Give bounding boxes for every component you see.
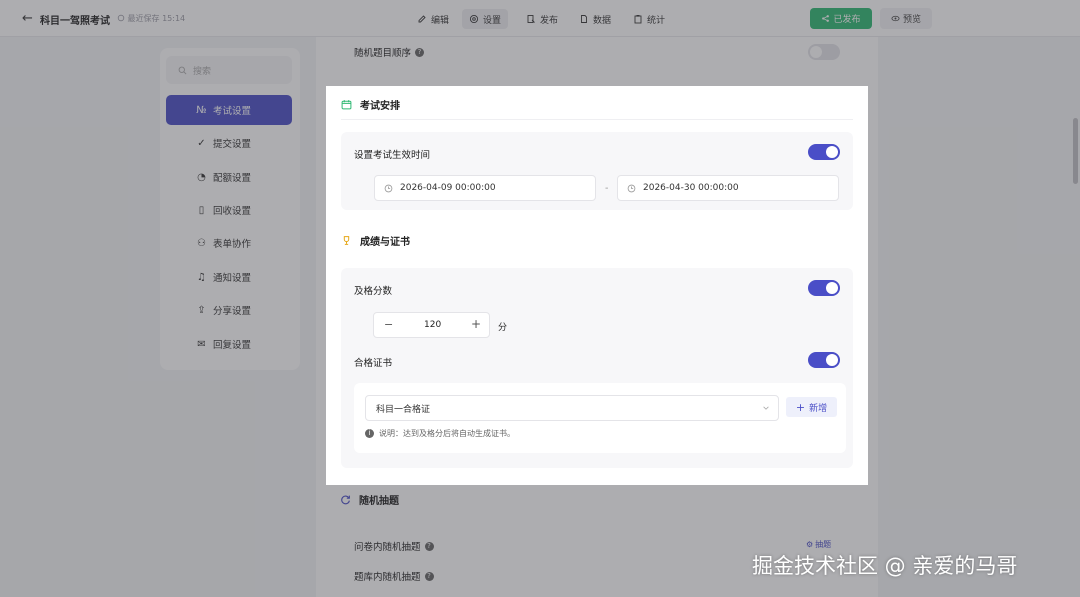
add-certificate-label: 新增 — [809, 403, 828, 414]
effective-time-toggle[interactable] — [808, 144, 840, 160]
effective-time-panel: 设置考试生效时间 2026-04-09 00:00:00 - 2026-04-3… — [341, 132, 853, 210]
start-time-field[interactable]: 2026-04-09 00:00:00 — [374, 175, 596, 201]
info-icon: i — [365, 429, 374, 438]
minus-icon[interactable]: − — [384, 318, 393, 331]
exam-schedule-heading: 考试安排 — [341, 97, 400, 112]
certificate-toggle[interactable] — [808, 352, 840, 368]
pass-score-toggle[interactable] — [808, 280, 840, 296]
score-certificate-title: 成绩与证书 — [360, 237, 410, 248]
certificate-note-text: 说明：达到及格分后将自动生成证书。 — [379, 429, 515, 438]
clock-icon — [627, 184, 636, 192]
effective-time-label: 设置考试生效时间 — [354, 150, 431, 161]
score-certificate-heading: 成绩与证书 — [341, 233, 410, 248]
end-time-value: 2026-04-30 00:00:00 — [643, 183, 739, 193]
watermark: 掘金技术社区 @ 亲爱的马哥 — [752, 554, 1018, 578]
plus-icon[interactable]: + — [471, 317, 481, 331]
divider — [341, 119, 853, 120]
end-time-field[interactable]: 2026-04-30 00:00:00 — [617, 175, 839, 201]
range-separator: - — [605, 183, 609, 194]
add-certificate-button[interactable]: + 新增 — [786, 397, 837, 417]
calendar-icon — [341, 100, 352, 110]
certificate-note: i 说明：达到及格分后将自动生成证书。 — [365, 428, 515, 439]
pass-score-label: 及格分数 — [354, 286, 393, 297]
certificate-label: 合格证书 — [354, 358, 393, 369]
clock-icon — [384, 184, 393, 192]
score-unit: 分 — [498, 323, 508, 333]
exam-schedule-title: 考试安排 — [360, 101, 400, 112]
plus-icon: + — [795, 400, 806, 414]
trophy-icon — [343, 236, 350, 245]
pass-score-stepper[interactable]: − 120 + — [373, 312, 490, 338]
start-time-value: 2026-04-09 00:00:00 — [400, 183, 496, 193]
highlight-panel: 考试安排 设置考试生效时间 2026-04-09 00:00:00 - 2026… — [326, 86, 868, 485]
chevron-down-icon — [763, 406, 769, 410]
pass-score-value[interactable]: 120 — [424, 320, 441, 330]
certificate-select-value: 科目一合格证 — [376, 404, 431, 415]
certificate-select[interactable]: 科目一合格证 — [365, 395, 779, 421]
